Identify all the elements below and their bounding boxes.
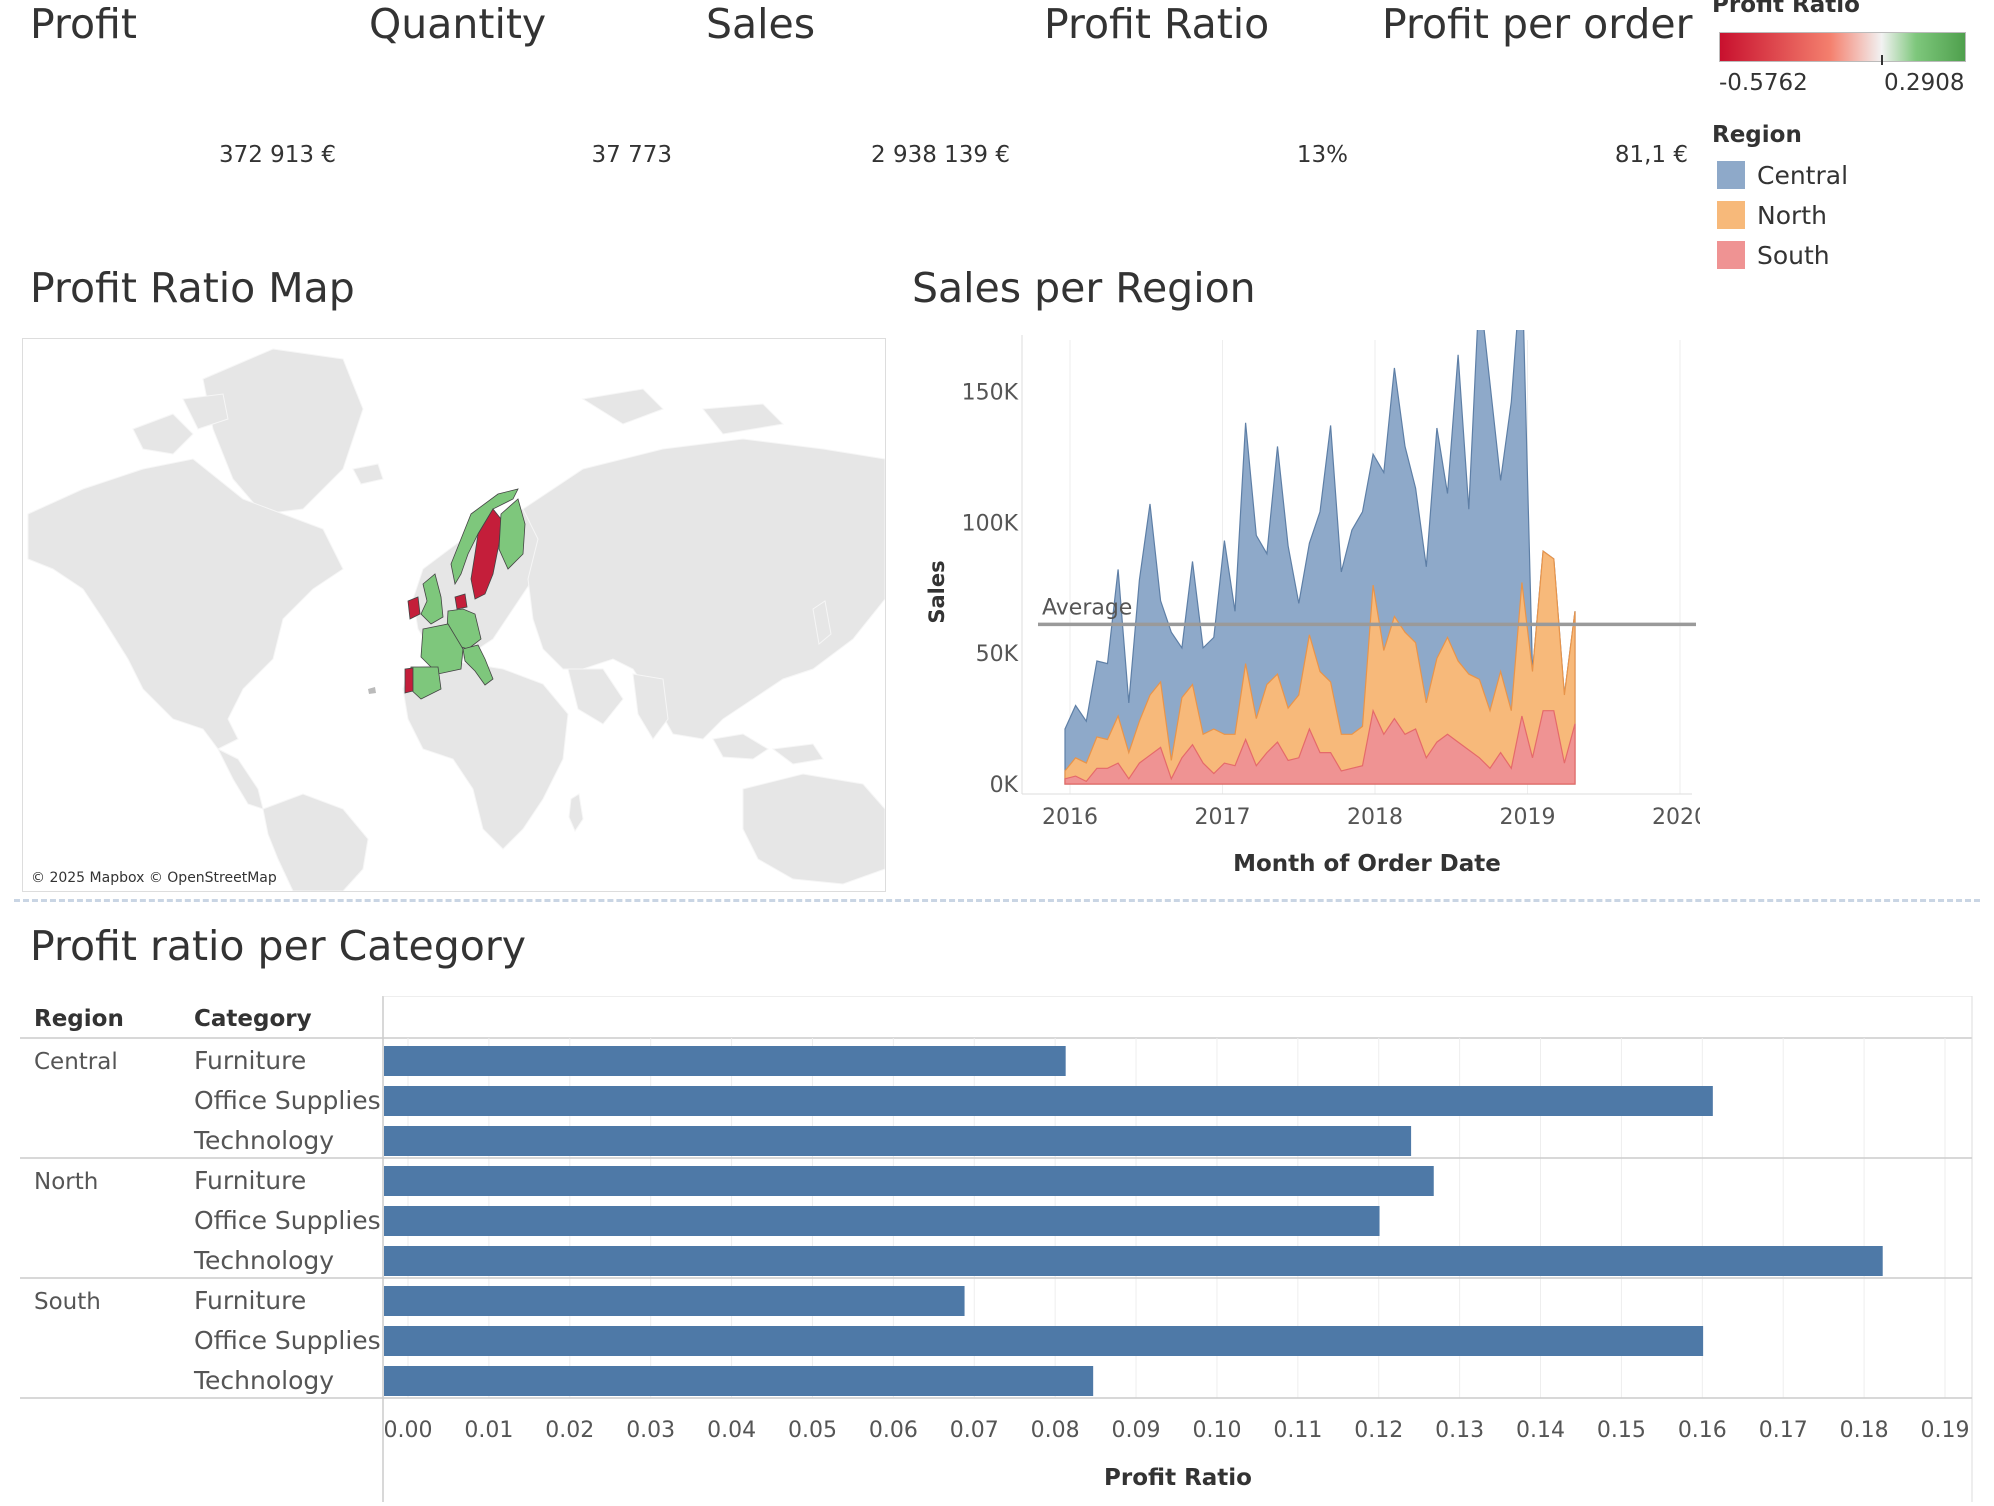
kpi-value-sales: 2 938 139 € xyxy=(871,142,1010,168)
cat-x-tick: 0.00 xyxy=(384,1418,433,1443)
cat-x-tick: 0.19 xyxy=(1921,1418,1970,1443)
category-label: Office Supplies xyxy=(194,1326,381,1355)
region-legend-item-south[interactable]: South xyxy=(1717,235,1848,275)
category-label: Technology xyxy=(193,1246,334,1275)
section-divider xyxy=(14,899,1980,902)
category-chart-title: Profit ratio per Category xyxy=(30,922,526,970)
region-legend-label: North xyxy=(1757,200,1827,230)
profit-ratio-map[interactable]: © 2025 Mapbox © OpenStreetMap xyxy=(22,338,886,892)
sales-y-tick: 50K xyxy=(976,642,1019,667)
map-attribution: © 2025 Mapbox © OpenStreetMap xyxy=(31,870,277,886)
cat-x-tick: 0.12 xyxy=(1354,1418,1403,1443)
region-label: South xyxy=(34,1289,101,1315)
sales-x-tick: 2017 xyxy=(1195,805,1251,830)
kpi-title-profit-ratio: Profit Ratio xyxy=(1044,0,1270,48)
category-label: Office Supplies xyxy=(194,1086,381,1115)
profit-ratio-legend-max: 0.2908 xyxy=(1884,70,1965,96)
average-reference-label: Average xyxy=(1042,595,1132,620)
kpi-title-sales: Sales xyxy=(706,0,816,48)
cat-x-tick: 0.04 xyxy=(707,1418,756,1443)
region-legend-label: Central xyxy=(1757,160,1849,190)
profit-ratio-legend-title: Profit Ratio xyxy=(1712,0,1860,18)
region-label: Central xyxy=(34,1049,118,1075)
profit-ratio-bar xyxy=(384,1366,1094,1396)
cat-x-tick: 0.03 xyxy=(626,1418,675,1443)
profit-ratio-legend-min: -0.5762 xyxy=(1719,70,1808,96)
profit-ratio-bar xyxy=(384,1126,1412,1156)
cat-x-tick: 0.09 xyxy=(1112,1418,1161,1443)
cat-x-tick: 0.15 xyxy=(1597,1418,1646,1443)
kpi-title-profit: Profit xyxy=(30,0,137,48)
region-swatch-south xyxy=(1717,241,1745,269)
column-header-category: Category xyxy=(194,1006,312,1032)
region-legend-item-north[interactable]: North xyxy=(1717,195,1848,235)
map-title: Profit Ratio Map xyxy=(30,264,355,312)
sales-per-region-chart[interactable]: 0K 50K 100K 150K 2016 2017 2018 2019 2020 Sales Mo… xyxy=(910,330,1700,890)
cat-x-tick: 0.07 xyxy=(950,1418,999,1443)
category-label: Technology xyxy=(193,1366,334,1395)
profit-ratio-bar xyxy=(384,1046,1066,1076)
sales-x-tick: 2019 xyxy=(1500,805,1556,830)
sales-y-tick: 100K xyxy=(962,511,1019,536)
region-legend-label: South xyxy=(1757,240,1830,270)
profit-ratio-bar xyxy=(384,1246,1883,1276)
kpi-value-profit-per-order: 81,1 € xyxy=(1614,142,1688,168)
cat-x-tick: 0.17 xyxy=(1759,1418,1808,1443)
profit-ratio-bar xyxy=(384,1286,965,1316)
cat-x-axis-label: Profit Ratio xyxy=(1104,1465,1252,1491)
cat-x-tick: 0.18 xyxy=(1840,1418,1889,1443)
kpi-title-profit-per-order: Profit per order xyxy=(1382,0,1693,48)
profit-ratio-per-category-chart[interactable]: Region Category Central Furniture Office Sup… xyxy=(20,996,1974,1502)
sales-x-tick: 2018 xyxy=(1347,805,1403,830)
kpi-value-profit: 372 913 € xyxy=(218,142,336,168)
sales-y-axis-label: Sales xyxy=(925,560,949,623)
profit-ratio-bar xyxy=(384,1166,1434,1196)
cat-x-tick: 0.02 xyxy=(545,1418,594,1443)
cat-x-tick: 0.16 xyxy=(1678,1418,1727,1443)
cat-x-tick: 0.11 xyxy=(1273,1418,1322,1443)
kpi-value-quantity: 37 773 xyxy=(591,142,672,168)
world-map-svg: © 2025 Mapbox © OpenStreetMap xyxy=(23,339,885,891)
region-legend-title: Region xyxy=(1712,122,1802,148)
column-header-region: Region xyxy=(34,1006,124,1032)
kpi-title-quantity: Quantity xyxy=(369,0,547,48)
category-label: Furniture xyxy=(194,1286,306,1315)
category-label: Office Supplies xyxy=(194,1206,381,1235)
sales-x-tick: 2016 xyxy=(1042,805,1098,830)
cat-x-tick: 0.05 xyxy=(788,1418,837,1443)
sales-x-axis-label: Month of Order Date xyxy=(1233,851,1501,877)
cat-x-tick: 0.08 xyxy=(1031,1418,1080,1443)
category-label: Furniture xyxy=(194,1046,306,1075)
region-swatch-north xyxy=(1717,201,1745,229)
profit-ratio-gradient xyxy=(1719,32,1966,62)
profit-ratio-bar xyxy=(384,1326,1704,1356)
cat-x-tick: 0.14 xyxy=(1516,1418,1565,1443)
profit-ratio-bar xyxy=(384,1206,1380,1236)
region-label: North xyxy=(34,1169,98,1195)
sales-y-tick: 150K xyxy=(962,380,1019,405)
sales-x-tick: 2020 xyxy=(1652,805,1700,830)
cat-x-tick: 0.01 xyxy=(464,1418,513,1443)
region-legend-item-central[interactable]: Central xyxy=(1717,155,1848,195)
region-legend: Central North South xyxy=(1717,155,1848,275)
region-swatch-central xyxy=(1717,161,1745,189)
profit-ratio-bar xyxy=(384,1086,1713,1116)
sales-y-tick: 0K xyxy=(990,773,1019,798)
sales-chart-title: Sales per Region xyxy=(912,264,1256,312)
category-label: Technology xyxy=(193,1126,334,1155)
category-label: Furniture xyxy=(194,1166,306,1195)
cat-x-tick: 0.10 xyxy=(1192,1418,1241,1443)
cat-x-tick: 0.06 xyxy=(869,1418,918,1443)
profit-ratio-zero-marker xyxy=(1881,55,1883,65)
kpi-value-profit-ratio: 13% xyxy=(1296,142,1348,168)
cat-x-tick: 0.13 xyxy=(1435,1418,1484,1443)
